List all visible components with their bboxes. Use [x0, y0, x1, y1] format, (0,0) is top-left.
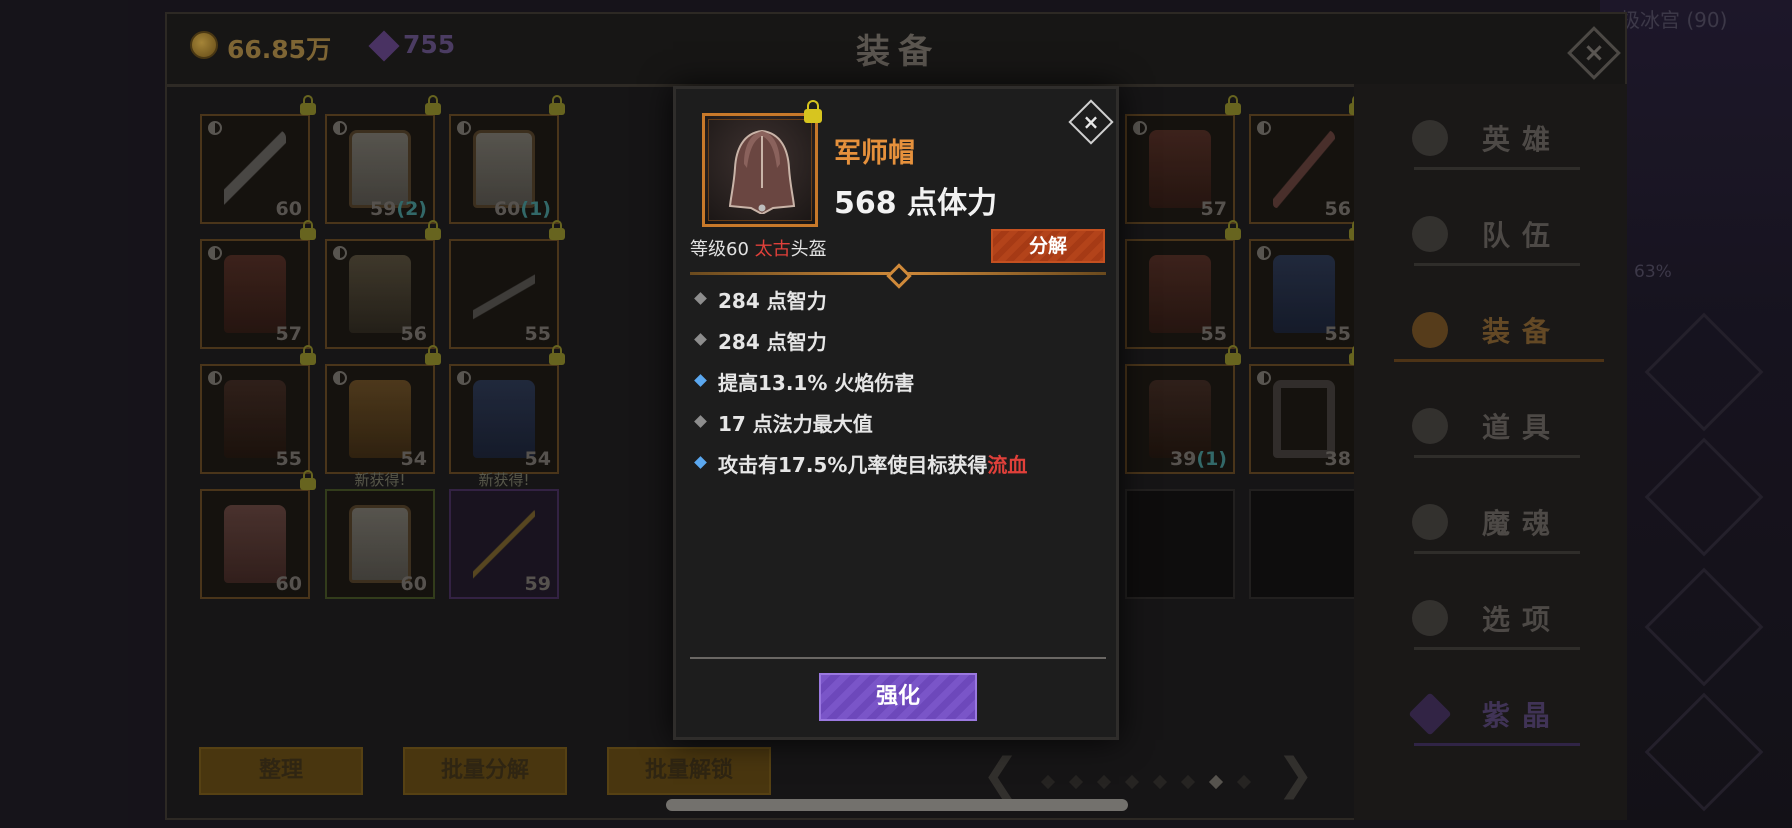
lock-icon[interactable] — [804, 100, 822, 123]
stat-text: 提高13.1% 火焰伤害 — [718, 367, 914, 396]
stat-text-main: 提高13.1% 火焰伤害 — [718, 371, 915, 395]
stat-text-main: 284 点智力 — [718, 330, 827, 354]
item-main-stat: 568 点体力 — [834, 186, 998, 221]
item-type: 头盔 — [790, 239, 827, 260]
stat-text: 284 点智力 — [718, 285, 827, 314]
gray-diamond-bullet-icon — [694, 415, 707, 428]
blue-diamond-bullet-icon — [694, 456, 707, 469]
item-meta: 等级60 太古头盔 — [690, 235, 827, 261]
stat-text: 17 点法力最大值 — [718, 408, 873, 437]
item-name: 军师帽 — [834, 138, 915, 169]
item-rarity: 太古 — [754, 239, 791, 260]
stat-text: 284 点智力 — [718, 326, 827, 355]
blue-diamond-bullet-icon — [694, 374, 707, 387]
stat-text-main: 284 点智力 — [718, 289, 827, 313]
stat-text: 攻击有17.5%几率使目标获得流血 — [718, 449, 1027, 478]
gray-diamond-bullet-icon — [694, 333, 707, 346]
stat-text-main: 17 点法力最大值 — [718, 412, 873, 436]
diamond-ornament-icon — [886, 263, 912, 289]
item-detail-modal: × 军师帽 568 点体力 等级60 太古头盔 分解 284 点智力 284 点智… — [673, 86, 1119, 740]
item-portrait — [702, 113, 818, 227]
modal-close-button[interactable]: × — [1068, 99, 1114, 145]
upgrade-button[interactable]: 强化 — [819, 673, 977, 721]
stat-text-main: 攻击有17.5%几率使目标获得 — [718, 453, 988, 477]
item-level: 等级60 — [690, 239, 755, 260]
stat-highlight: 流血 — [987, 453, 1028, 477]
hood-icon — [728, 129, 796, 214]
close-icon: × — [1082, 110, 1100, 134]
gray-diamond-bullet-icon — [694, 292, 707, 305]
decompose-button[interactable]: 分解 — [991, 229, 1105, 263]
divider — [690, 657, 1106, 659]
